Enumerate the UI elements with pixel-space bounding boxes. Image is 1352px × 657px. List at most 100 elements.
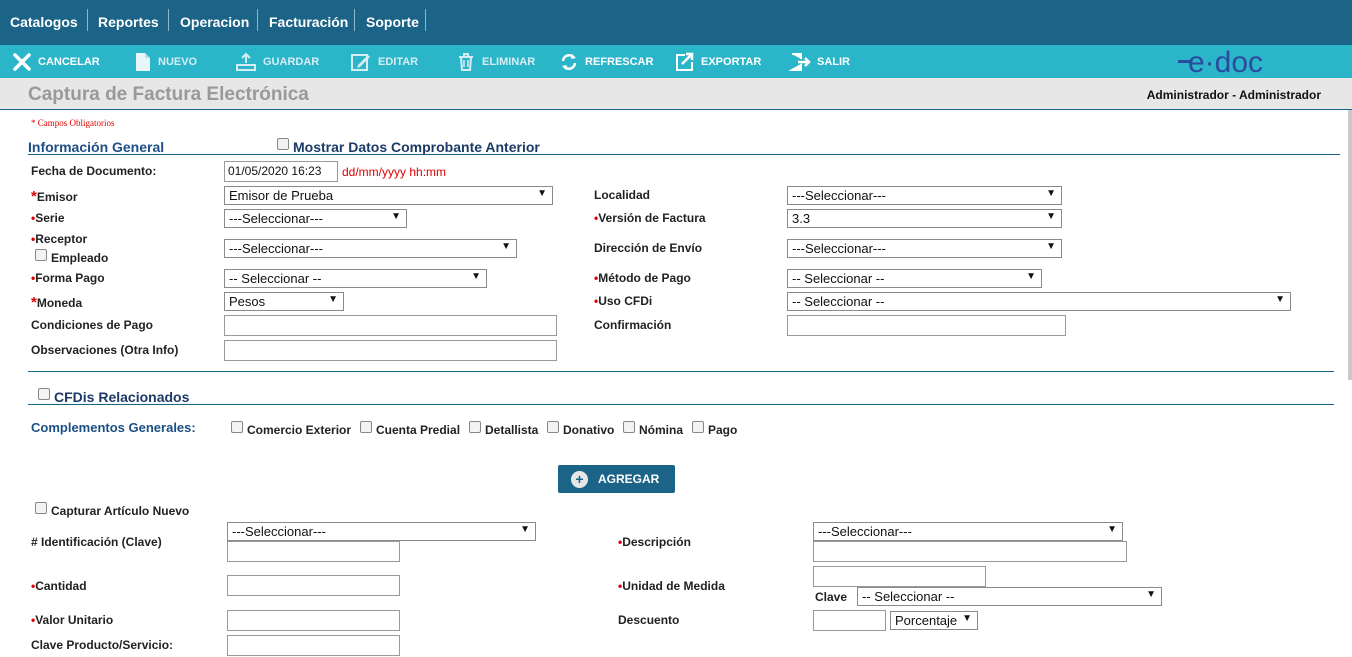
pago-label: Pago (708, 423, 738, 437)
user-name: Administrador - Administrador (1146, 88, 1321, 102)
chevron-down-icon: ▼ (1146, 589, 1156, 600)
metodo-pago-select[interactable]: -- Seleccionar -- ▼ (787, 269, 1042, 288)
emisor-select[interactable]: Emisor de Prueba ▼ (224, 186, 553, 205)
edit-button[interactable]: EDITAR (350, 45, 418, 78)
add-circle-icon: + (571, 470, 588, 488)
menu-operacion[interactable]: Operacion (170, 0, 259, 45)
edoc-logo: e·doc (1178, 46, 1263, 78)
descuento-label: Descuento (618, 613, 680, 627)
detallista-checkbox[interactable] (469, 421, 481, 433)
confirmacion-label: Confirmación (594, 318, 672, 332)
serie-select[interactable]: ---Seleccionar--- ▼ (224, 209, 407, 228)
descripcion-input[interactable] (813, 541, 1127, 562)
show-previous-checkbox[interactable] (277, 138, 289, 150)
unidad-medida-input[interactable] (813, 566, 986, 587)
observaciones-label: Observaciones (Otra Info) (31, 343, 179, 357)
valor-unitario-label: •Valor Unitario (31, 613, 114, 627)
action-toolbar: CANCELAR NUEVO GUARDAR EDITAR ELIMINAR R… (0, 45, 1352, 78)
export-label: EXPORTAR (701, 55, 762, 68)
pago-checkbox[interactable] (692, 421, 704, 433)
trash-icon (459, 52, 473, 71)
nomina-checkbox[interactable] (623, 421, 635, 433)
identificacion-select[interactable]: ---Seleccionar--- ▼ (227, 522, 536, 541)
cfdis-relacionados-label: CFDis Relacionados (54, 389, 190, 405)
save-button[interactable]: GUARDAR (235, 45, 319, 78)
refresh-icon (561, 53, 577, 70)
direccion-select[interactable]: ---Seleccionar--- ▼ (787, 239, 1062, 258)
chevron-down-icon: ▼ (328, 294, 338, 305)
cancel-button[interactable]: CANCELAR (12, 45, 100, 78)
exit-button[interactable]: SALIR (789, 45, 850, 78)
clave-producto-label: Clave Producto/Servicio: (31, 638, 174, 652)
receptor-label: •Receptor (31, 232, 88, 246)
empleado-label: Empleado (51, 251, 109, 265)
new-button[interactable]: NUEVO (134, 45, 197, 78)
clave-producto-input[interactable] (227, 635, 400, 656)
cuenta-predial-label: Cuenta Predial (376, 423, 461, 437)
receptor-select[interactable]: ---Seleccionar--- ▼ (224, 239, 517, 258)
valor-unitario-input[interactable] (227, 610, 400, 631)
clave-label: Clave (815, 590, 848, 604)
donativo-checkbox[interactable] (547, 421, 559, 433)
menu-reportes[interactable]: Reportes (88, 0, 169, 45)
menu-facturacion[interactable]: Facturación (259, 0, 358, 45)
chevron-down-icon: ▼ (391, 211, 401, 222)
page-scrollbar[interactable] (1348, 110, 1352, 380)
cuenta-predial-checkbox[interactable] (360, 421, 372, 433)
uso-cfdi-select[interactable]: -- Seleccionar -- ▼ (787, 292, 1291, 311)
chevron-down-icon: ▼ (537, 188, 547, 199)
delete-button[interactable]: ELIMINAR (456, 45, 535, 78)
cantidad-input[interactable] (227, 575, 400, 596)
fecha-format-hint: dd/mm/yyyy hh:mm (342, 165, 447, 179)
descripcion-select[interactable]: ---Seleccionar--- ▼ (813, 522, 1123, 541)
refresh-button[interactable]: REFRESCAR (559, 45, 653, 78)
section-divider (28, 371, 1334, 372)
cantidad-label: •Cantidad (31, 579, 87, 593)
uso-cfdi-label: •Uso CFDi (594, 294, 653, 308)
fecha-label: Fecha de Documento: (31, 164, 157, 178)
cfdis-relacionados-checkbox[interactable] (38, 388, 50, 400)
identificacion-input[interactable] (227, 541, 400, 562)
complementos-label: Complementos Generales: (31, 420, 196, 435)
descuento-tipo-select[interactable]: Porcentaje ▼ (890, 611, 978, 630)
clave-select[interactable]: -- Seleccionar -- ▼ (857, 587, 1162, 606)
logo-text: e·doc (1188, 46, 1263, 78)
chevron-down-icon: ▼ (1026, 271, 1036, 282)
chevron-down-icon: ▼ (1107, 524, 1117, 535)
forma-pago-select[interactable]: -- Seleccionar -- ▼ (224, 269, 487, 288)
export-button[interactable]: EXPORTAR (675, 45, 761, 78)
empleado-checkbox[interactable] (35, 249, 47, 261)
articulo-nuevo-checkbox[interactable] (35, 502, 47, 514)
menu-separator (354, 9, 355, 31)
export-icon (676, 52, 694, 71)
comercio-exterior-checkbox[interactable] (231, 421, 243, 433)
agregar-button[interactable]: + AGREGAR (558, 465, 675, 493)
chevron-down-icon: ▼ (501, 241, 511, 252)
descuento-input[interactable] (813, 610, 886, 631)
edit-icon (351, 53, 370, 71)
moneda-select[interactable]: Pesos ▼ (224, 292, 344, 311)
exit-door-icon (789, 52, 811, 71)
confirmacion-input[interactable] (787, 315, 1066, 336)
emisor-label: *Emisor (31, 188, 78, 205)
version-label: •Versión de Factura (594, 211, 706, 225)
moneda-label: *Moneda (31, 294, 83, 311)
observaciones-input[interactable] (224, 340, 557, 361)
fecha-input[interactable]: 01/05/2020 16:23 (224, 161, 338, 182)
menu-separator (425, 9, 426, 31)
identificacion-label: # Identificación (Clave) (31, 535, 162, 549)
chevron-down-icon: ▼ (962, 613, 972, 624)
menu-soporte[interactable]: Soporte (356, 0, 429, 45)
localidad-select[interactable]: ---Seleccionar--- ▼ (787, 186, 1062, 205)
localidad-label: Localidad (594, 188, 651, 202)
menu-catalogos[interactable]: Catalogos (0, 0, 88, 45)
condiciones-input[interactable] (224, 315, 557, 336)
cancel-label: CANCELAR (38, 55, 100, 68)
version-select[interactable]: 3.3 ▼ (787, 209, 1062, 228)
chevron-down-icon: ▼ (1046, 241, 1056, 252)
menu-separator (168, 9, 169, 31)
section-divider (28, 404, 1334, 405)
page-header: Captura de Factura Electrónica Administr… (0, 78, 1352, 110)
direccion-label: Dirección de Envío (594, 241, 703, 255)
forma-pago-label: •Forma Pago (31, 271, 105, 285)
